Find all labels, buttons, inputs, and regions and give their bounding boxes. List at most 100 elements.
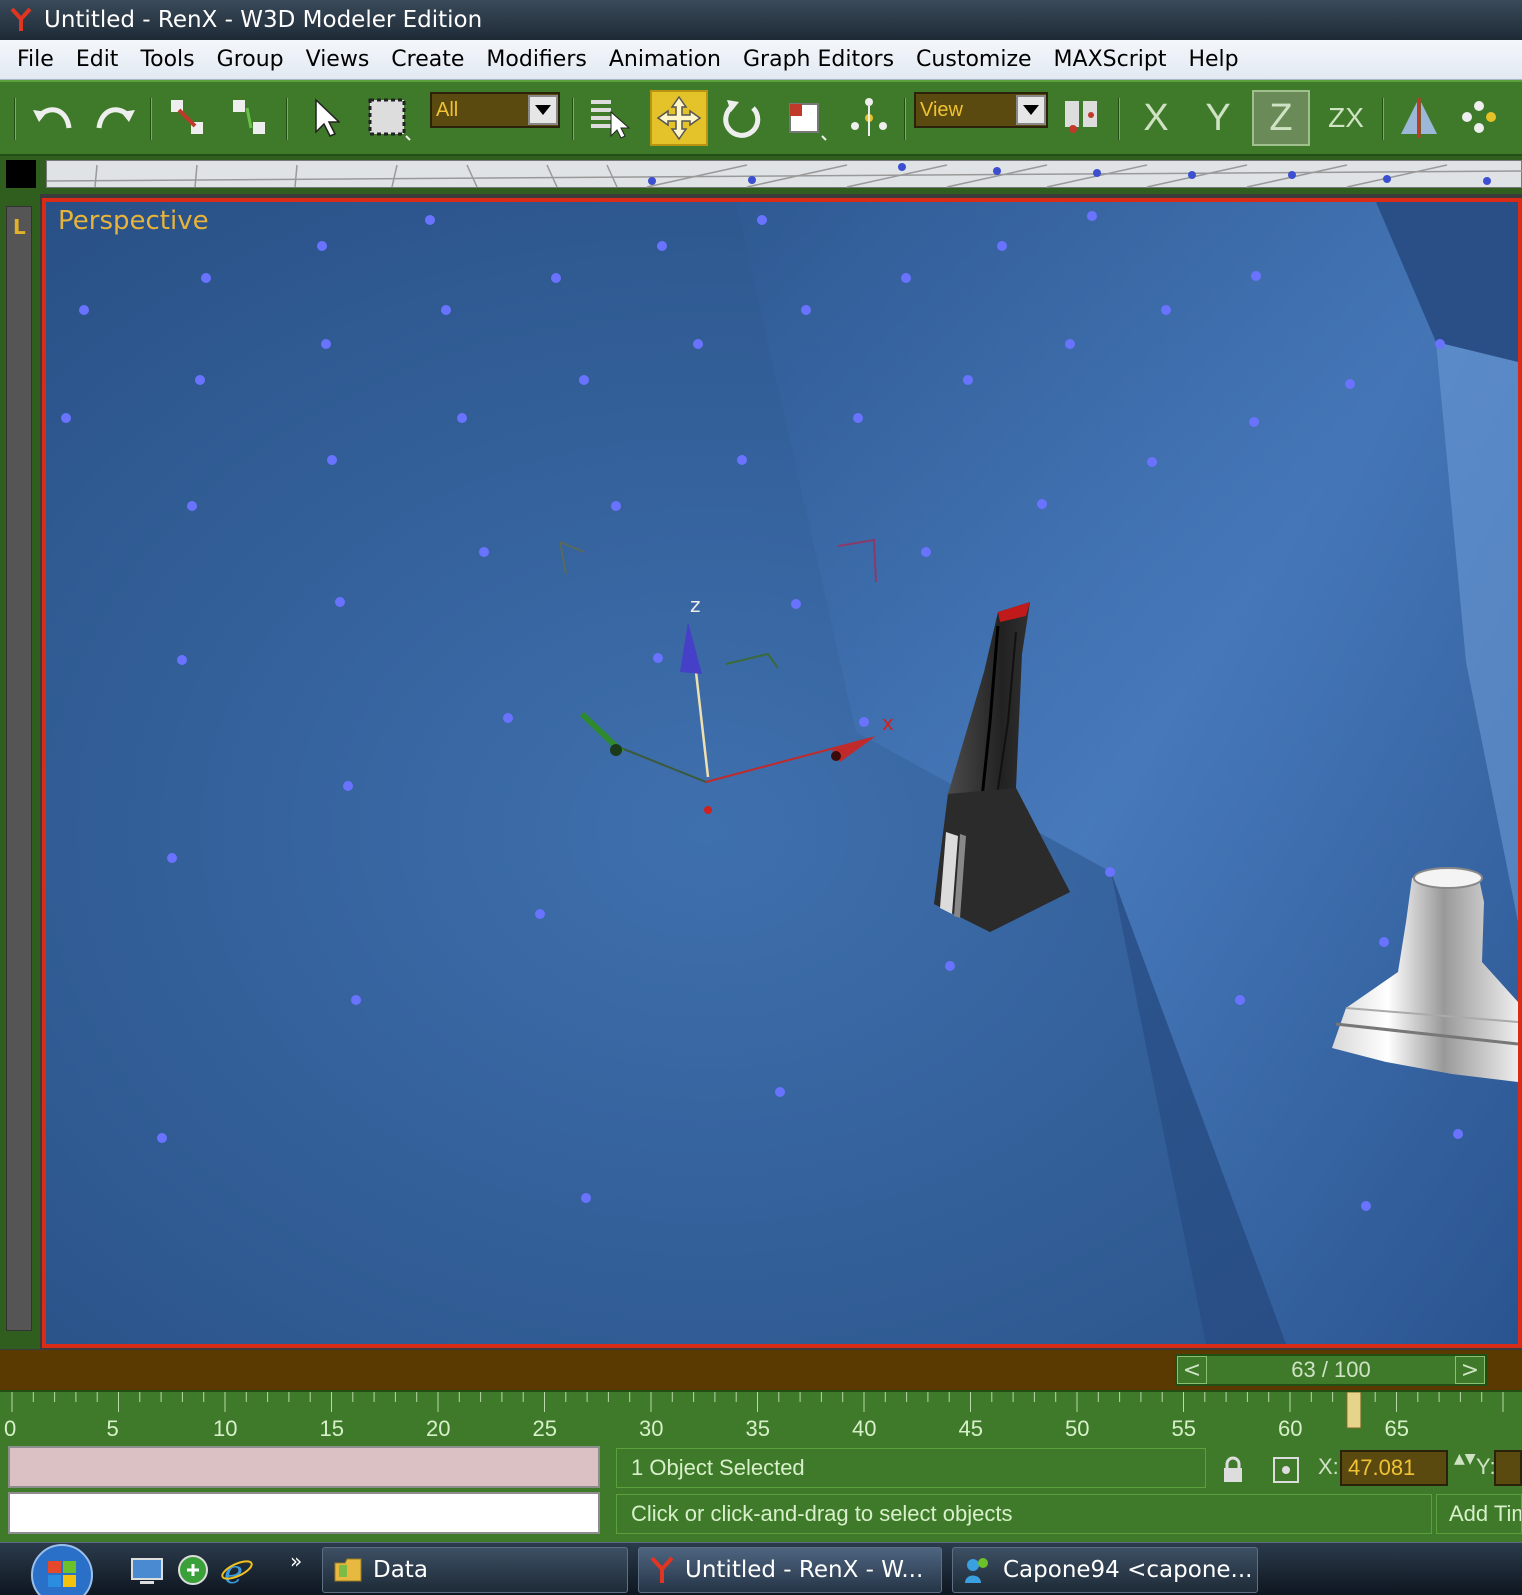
menu-tools[interactable]: Tools	[129, 47, 205, 72]
internet-explorer-icon[interactable]: e	[220, 1553, 254, 1591]
menu-modifiers[interactable]: Modifiers	[475, 47, 597, 72]
unlink-selection-button[interactable]	[222, 90, 276, 146]
frame-readout: 63 / 100	[1291, 1357, 1371, 1382]
menu-views[interactable]: Views	[295, 47, 381, 72]
toolbar-separator	[572, 98, 574, 140]
time-prev-button[interactable]: <	[1177, 1356, 1207, 1384]
x-spinner[interactable]: ▲▼	[1454, 1450, 1476, 1486]
toolbar-separator	[14, 98, 16, 140]
chevron-down-icon[interactable]	[528, 95, 558, 125]
pivot-point-button[interactable]	[1054, 90, 1110, 146]
axis-z-label: Z	[1269, 96, 1293, 139]
viewport-scene: z x	[46, 202, 1518, 1344]
select-object-button[interactable]	[300, 90, 350, 146]
select-by-name-icon	[591, 100, 631, 139]
add-time-tag-button[interactable]: Add Tim	[1436, 1494, 1522, 1534]
taskbar-button-messenger[interactable]: Capone94 <capone...	[952, 1547, 1258, 1593]
reference-coordinate-value: View	[920, 98, 963, 121]
menu-animation[interactable]: Animation	[598, 47, 732, 72]
chevron-down-icon[interactable]	[1016, 95, 1046, 125]
menu-bar: File Edit Tools Group Views Create Modif…	[0, 40, 1522, 80]
taskbar-button-renx[interactable]: Untitled - RenX - W...	[638, 1547, 942, 1593]
taskbar-button-label: Data	[373, 1557, 428, 1583]
selection-filter-dropdown[interactable]: All	[430, 92, 560, 128]
lock-selection-icon[interactable]	[1220, 1456, 1248, 1484]
switch-windows-icon[interactable]	[176, 1553, 210, 1587]
absolute-mode-icon[interactable]	[1272, 1456, 1300, 1484]
select-and-move-button[interactable]	[650, 90, 708, 146]
show-desktop-icon[interactable]	[130, 1553, 164, 1587]
windows-logo-icon	[31, 1544, 93, 1595]
redo-icon	[96, 107, 135, 129]
toolbar-separator	[286, 98, 288, 140]
select-by-name-button[interactable]	[582, 90, 636, 146]
rotate-icon	[723, 100, 761, 138]
left-rail-label: L	[13, 215, 26, 239]
select-and-link-button[interactable]	[160, 90, 214, 146]
align-button[interactable]	[1452, 90, 1506, 146]
folder-icon	[334, 1558, 362, 1582]
region-select-button[interactable]	[360, 90, 416, 146]
reference-coordinate-dropdown[interactable]: View	[914, 92, 1048, 128]
track-bar-strip[interactable]	[46, 160, 1522, 188]
frame-ruler[interactable]: 0 5 10 15 20 25 30 35 40 45 50 55 60 65	[0, 1390, 1522, 1442]
undo-icon	[33, 107, 72, 129]
status-area: 1 Object Selected Click or click-and-dra…	[0, 1442, 1522, 1542]
ruler-label: 50	[1065, 1416, 1089, 1441]
track-bar-handle[interactable]	[6, 160, 36, 188]
ruler-label: 65	[1385, 1416, 1409, 1441]
menu-create[interactable]: Create	[380, 47, 475, 72]
start-button[interactable]	[22, 1543, 104, 1595]
viewport-label[interactable]: Perspective	[58, 206, 209, 236]
restrict-to-x-button[interactable]: X	[1130, 90, 1182, 146]
maxscript-listener-line[interactable]	[8, 1446, 600, 1488]
menu-edit[interactable]: Edit	[65, 47, 130, 72]
selection-filter-value: All	[436, 98, 459, 121]
messenger-icon	[965, 1558, 988, 1583]
ruler-label: 5	[107, 1416, 119, 1441]
menu-maxscript[interactable]: MAXScript	[1043, 47, 1178, 72]
quicklaunch-chevron[interactable]: »	[290, 1549, 302, 1573]
ruler-label: 35	[746, 1416, 770, 1441]
y-coordinate-field[interactable]	[1494, 1450, 1522, 1486]
ruler-label: 40	[852, 1416, 876, 1441]
taskbar-button-label: Capone94 <capone...	[1003, 1557, 1253, 1583]
restrict-to-y-button[interactable]: Y	[1192, 90, 1244, 146]
redo-button[interactable]	[88, 90, 142, 146]
menu-file[interactable]: File	[6, 47, 65, 72]
manipulate-button[interactable]	[842, 90, 896, 146]
mirror-icon	[1401, 98, 1437, 138]
ruler-label: 15	[320, 1416, 344, 1441]
menu-customize[interactable]: Customize	[905, 47, 1042, 72]
window-title: Untitled - RenX - W3D Modeler Edition	[44, 7, 483, 33]
menu-graph-editors[interactable]: Graph Editors	[732, 47, 905, 72]
renx-icon	[650, 1556, 674, 1583]
current-frame-marker[interactable]	[1346, 1392, 1362, 1429]
toolbar-separator	[1382, 98, 1384, 140]
left-rail: L	[6, 206, 32, 1331]
time-slider[interactable]: < 63 / 100 >	[1175, 1354, 1487, 1386]
maxscript-output-line[interactable]	[8, 1492, 600, 1534]
menu-group[interactable]: Group	[206, 47, 295, 72]
toolbar-separator	[904, 98, 906, 140]
manipulate-icon	[851, 98, 887, 136]
undo-button[interactable]	[26, 90, 80, 146]
perspective-viewport[interactable]: z x Perspective	[42, 198, 1522, 1348]
selection-status: 1 Object Selected	[616, 1448, 1206, 1488]
select-and-scale-button[interactable]	[776, 90, 836, 146]
restrict-to-plane-button[interactable]: ZX	[1318, 90, 1374, 146]
ruler-label: 25	[533, 1416, 557, 1441]
axis-y-label: Y	[1205, 96, 1231, 139]
select-and-rotate-button[interactable]	[714, 90, 768, 146]
gizmo-x-label: x	[882, 711, 894, 735]
taskbar-button-data[interactable]: Data	[322, 1547, 628, 1593]
x-coordinate-field[interactable]: 47.081	[1340, 1450, 1448, 1486]
taskbar-button-label: Untitled - RenX - W...	[685, 1557, 924, 1583]
frame-ruler-ticks: 0 5 10 15 20 25 30 35 40 45 50 55 60 65	[4, 1392, 1504, 1441]
mirror-button[interactable]	[1392, 90, 1446, 146]
restrict-to-z-button[interactable]: Z	[1252, 90, 1310, 146]
time-next-button[interactable]: >	[1455, 1356, 1485, 1384]
ruler-label: 60	[1278, 1416, 1302, 1441]
time-slider-bar: < 63 / 100 >	[0, 1350, 1522, 1390]
menu-help[interactable]: Help	[1177, 47, 1249, 72]
